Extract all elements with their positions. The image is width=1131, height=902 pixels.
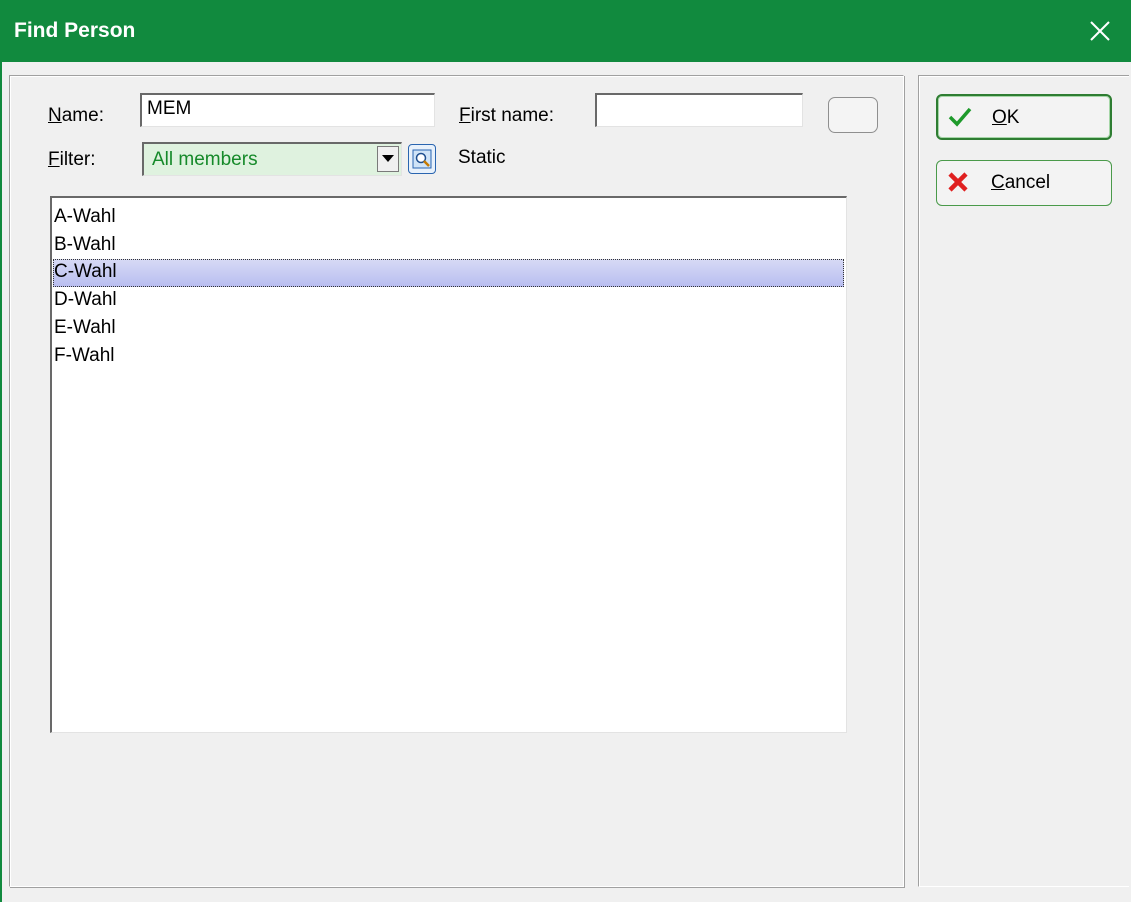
filter-select[interactable]: All members [142,142,402,176]
name-input[interactable]: MEM [140,93,435,127]
filter-label: Filter: [48,149,96,170]
search-icon [412,149,432,169]
dropdown-arrow-icon[interactable] [377,146,399,172]
ok-button-label: OK [992,107,1020,128]
first-name-label: First name: [459,105,555,126]
close-button[interactable] [1069,0,1131,62]
close-icon [1090,21,1110,41]
window-title: Find Person [14,19,136,42]
filter-select-value: All members [152,149,258,170]
name-input-value: MEM [147,98,192,119]
list-item[interactable]: E-Wahl [53,315,844,343]
list-item[interactable]: B-Wahl [53,232,844,260]
results-list[interactable]: A-Wahl B-Wahl C-Wahl D-Wahl E-Wahl F-Wah… [50,196,847,733]
list-item-selected[interactable]: C-Wahl [53,259,844,287]
red-x-icon [948,172,968,192]
cancel-button[interactable]: Cancel [936,160,1112,206]
name-label: Name: [48,105,104,126]
checkmark-icon [948,107,972,127]
filter-search-button[interactable] [408,144,436,174]
list-item[interactable]: D-Wahl [53,287,844,315]
list-item[interactable]: F-Wahl [53,343,844,371]
browse-button[interactable] [828,97,878,133]
static-label: Static [458,147,506,168]
dialog-body: Name: MEM First name: Filter: All member… [2,62,1131,902]
ok-button[interactable]: OK [936,94,1112,140]
list-item[interactable]: A-Wahl [53,204,844,232]
first-name-input[interactable] [595,93,803,127]
title-bar: Find Person [0,0,1131,62]
cancel-button-label: Cancel [991,172,1051,193]
